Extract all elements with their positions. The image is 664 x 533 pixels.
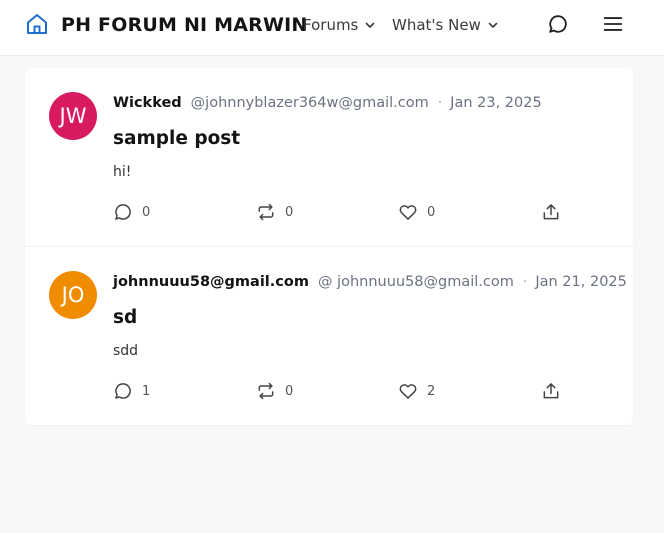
- nav-whats-new[interactable]: What's New: [392, 16, 499, 34]
- share-button[interactable]: [541, 202, 561, 222]
- share-button[interactable]: [541, 381, 561, 401]
- avatar[interactable]: JW: [49, 92, 97, 140]
- post-date: Jan 21, 2025: [535, 274, 627, 290]
- meta-separator: ·: [522, 274, 528, 290]
- repost-count: 0: [285, 383, 294, 399]
- chevron-down-icon: [488, 22, 498, 28]
- post-feed: JW Wickked @johnnyblazer364w@gmail.com ·…: [25, 68, 633, 425]
- comment-count: 1: [142, 383, 151, 399]
- post-item[interactable]: JW Wickked @johnnyblazer364w@gmail.com ·…: [25, 68, 633, 246]
- comment-icon: [115, 204, 131, 220]
- nav-whats-new-label: What's New: [392, 16, 481, 34]
- like-count: 0: [427, 204, 436, 220]
- comment-icon: [115, 383, 131, 399]
- repost-icon: [258, 382, 274, 400]
- top-header: PH FORUM NI MARWIN Forums What's New: [0, 0, 664, 56]
- heart-icon: [399, 384, 417, 399]
- post-body: sdd: [113, 343, 139, 359]
- repost-count: 0: [285, 204, 294, 220]
- nav-forums[interactable]: Forums: [303, 16, 376, 34]
- post-author[interactable]: Wickked: [113, 95, 182, 111]
- post-title[interactable]: sample post: [113, 128, 240, 149]
- comment-button[interactable]: 1: [113, 381, 150, 401]
- chevron-down-icon: [366, 22, 375, 28]
- like-button[interactable]: 2: [398, 381, 435, 401]
- like-count: 2: [427, 383, 436, 399]
- comment-button[interactable]: 0: [113, 202, 150, 222]
- post-meta: Wickked @johnnyblazer364w@gmail.com · Ja…: [113, 95, 542, 111]
- share-icon: [543, 204, 559, 220]
- site-title[interactable]: PH FORUM NI MARWIN: [61, 14, 308, 36]
- post-meta: johnnuuu58@gmail.com @ johnnuuu58@gmail.…: [113, 274, 627, 290]
- share-icon: [543, 383, 559, 399]
- repost-icon: [258, 203, 274, 221]
- avatar[interactable]: JO: [49, 271, 97, 319]
- post-author[interactable]: johnnuuu58@gmail.com: [113, 274, 309, 290]
- repost-button[interactable]: 0: [256, 381, 293, 401]
- nav-forums-label: Forums: [303, 16, 359, 34]
- post-date: Jan 23, 2025: [450, 95, 542, 111]
- post-title[interactable]: sd: [113, 307, 137, 328]
- chat-bubble-icon[interactable]: [547, 13, 569, 35]
- like-button[interactable]: 0: [398, 202, 435, 222]
- repost-button[interactable]: 0: [256, 202, 293, 222]
- post-item[interactable]: JO johnnuuu58@gmail.com @ johnnuuu58@gma…: [25, 247, 633, 425]
- heart-icon: [399, 205, 417, 220]
- post-handle: @ johnnuuu58@gmail.com: [317, 274, 514, 290]
- meta-separator: ·: [437, 95, 443, 111]
- hamburger-menu-icon[interactable]: [602, 13, 624, 35]
- avatar-initials: JW: [59, 104, 87, 128]
- comment-count: 0: [142, 204, 151, 220]
- post-handle: @johnnyblazer364w@gmail.com: [190, 95, 429, 111]
- home-icon[interactable]: [25, 12, 49, 36]
- avatar-initials: JO: [61, 283, 85, 307]
- post-body: hi!: [113, 164, 132, 180]
